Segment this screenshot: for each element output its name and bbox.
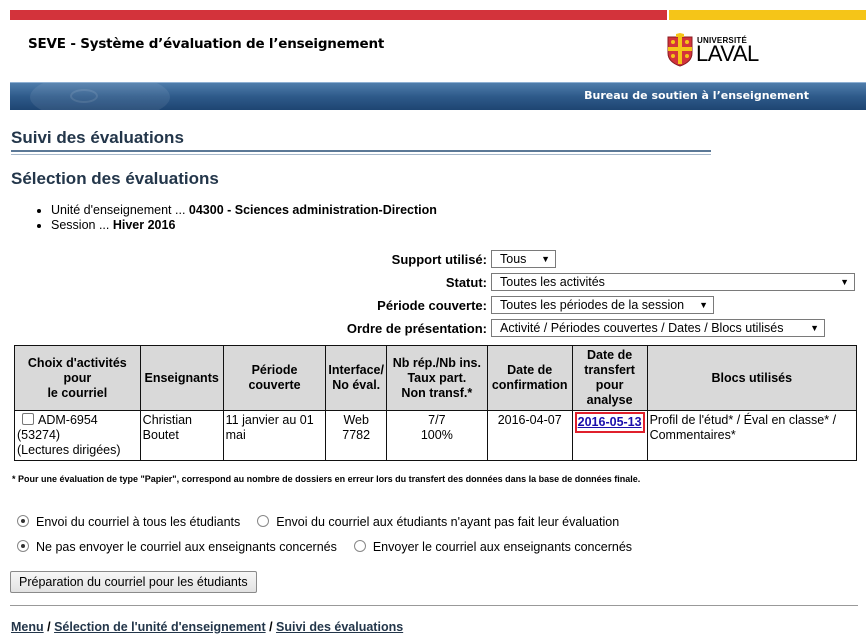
activity-id: (53274): [17, 428, 61, 442]
date-transfert-link[interactable]: 2016-05-13: [578, 415, 642, 429]
activity-code: ADM-6954: [38, 413, 98, 427]
header-interface: Interface/No éval.: [325, 345, 387, 411]
cell-activity: ADM-6954 (53274) (Lectures dirigées): [14, 410, 141, 461]
periode-label: Période couverte:: [377, 298, 487, 313]
banner-decoration: [30, 83, 170, 110]
banner-text: Bureau de soutien à l’enseignement: [584, 89, 809, 102]
statut-select[interactable]: Toutes les activités ▼: [491, 273, 855, 291]
breadcrumb-sep: /: [265, 620, 277, 634]
activity-checkbox[interactable]: [22, 413, 34, 425]
periode-select[interactable]: Toutes les périodes de la session ▼: [491, 296, 714, 314]
ordre-label: Ordre de présentation:: [346, 321, 487, 336]
header-blocs: Blocs utilisés: [646, 345, 858, 411]
cell-nb-rep: 7/7 100%: [385, 410, 488, 461]
info-session: Session ... Hiver 2016: [51, 218, 437, 233]
header-nb-rep: Nb rép./Nb ins. Taux part. Non transf.*: [385, 345, 488, 411]
dropdown-arrow-icon: ▼: [840, 277, 849, 287]
info-session-value: Hiver 2016: [112, 218, 176, 232]
label-envoi-non-fait[interactable]: Envoi du courriel aux étudiants n'ayant …: [276, 515, 619, 529]
section-title: Sélection des évaluations: [11, 169, 219, 188]
universite-laval-logo[interactable]: UNIVERSITÉ LAVAL: [667, 33, 762, 69]
logo-text-big: LAVAL: [696, 41, 759, 66]
breadcrumb-menu[interactable]: Menu: [11, 620, 44, 634]
date-transfert-highlight: 2016-05-13: [574, 412, 645, 433]
radio-envoyer-ens[interactable]: [353, 540, 366, 552]
info-unit: Unité d'enseignement ... 04300 - Science…: [51, 203, 437, 218]
header-periode: Période couverte: [222, 345, 327, 411]
breadcrumb: Menu / Sélection de l'unité d'enseigneme…: [11, 620, 403, 634]
universite-laval-shield-icon: [667, 33, 693, 67]
info-unit-label: Unité d'enseignement ...: [51, 203, 189, 217]
dropdown-arrow-icon: ▼: [699, 300, 708, 310]
statut-label: Statut:: [445, 275, 487, 290]
info-list: Unité d'enseignement ... 04300 - Science…: [37, 203, 437, 233]
filter-statut: Statut: Toutes les activités ▼: [0, 273, 866, 293]
dropdown-arrow-icon: ▼: [541, 254, 550, 264]
cell-interface: Web 7782: [325, 410, 387, 461]
cell-blocs: Profil de l'étud* / Éval en classe* / Com…: [646, 410, 858, 461]
evaluations-table: Choix d'activités pour le courriel Enseign…: [14, 345, 858, 461]
table-header-row: Choix d'activités pour le courriel Enseign…: [14, 345, 858, 411]
filter-periode: Période couverte: Toutes les périodes de…: [0, 296, 866, 316]
radio-ne-pas-envoyer[interactable]: [17, 540, 29, 552]
radio-row-teachers: Ne pas envoyer le courriel aux enseignan…: [17, 540, 632, 554]
filter-ordre: Ordre de présentation: Activité / Périod…: [0, 319, 866, 339]
table-row: ADM-6954 (53274) (Lectures dirigées) Chr…: [14, 410, 858, 461]
footnote: * Pour une évaluation de type "Papier", …: [12, 474, 641, 484]
top-red-bar: [10, 10, 667, 20]
header-enseignants: Enseignants: [139, 345, 224, 411]
title-underline-thin: [11, 154, 711, 155]
header-date-transfert: Date de transfert pour analyse: [571, 345, 648, 411]
radio-row-students: Envoi du courriel à tous les étudiants E…: [17, 515, 619, 529]
periode-select-value: Toutes les périodes de la session: [500, 298, 685, 312]
header-date-confirmation: Date de confirmation: [486, 345, 573, 411]
prepare-email-button[interactable]: Préparation du courriel pour les étudian…: [10, 571, 257, 593]
top-yellow-bar: [669, 10, 866, 20]
info-session-label: Session ...: [51, 218, 113, 232]
cell-periode: 11 janvier au 01 mai: [222, 410, 327, 461]
activity-type: (Lectures dirigées): [17, 443, 121, 457]
statut-select-value: Toutes les activités: [500, 275, 605, 289]
footer-divider: [10, 605, 858, 606]
header-choix: Choix d'activités pour le courriel: [14, 345, 141, 411]
app-title: SEVE - Système d’évaluation de l’enseign…: [28, 36, 385, 52]
filter-support: Support utilisé: Tous ▼: [0, 250, 866, 270]
breadcrumb-suivi[interactable]: Suivi des évaluations: [276, 620, 403, 634]
ordre-select-value: Activité / Périodes couvertes / Dates / …: [500, 321, 784, 335]
breadcrumb-unite[interactable]: Sélection de l'unité d'enseignement: [54, 620, 266, 634]
page-title: Suivi des évaluations: [11, 128, 184, 147]
cell-teacher: Christian Boutet: [139, 410, 224, 461]
support-label: Support utilisé:: [391, 252, 487, 267]
radio-envoi-non-fait[interactable]: [257, 515, 270, 527]
info-unit-value: 04300 - Sciences administration-Directio…: [188, 203, 437, 217]
header-banner: Bureau de soutien à l’enseignement: [10, 82, 866, 110]
label-envoyer-ens[interactable]: Envoyer le courriel aux enseignants conc…: [373, 540, 632, 554]
banner-decoration-ring: [70, 89, 98, 103]
dropdown-arrow-icon: ▼: [810, 323, 819, 333]
ordre-select[interactable]: Activité / Périodes couvertes / Dates / …: [491, 319, 825, 337]
support-select[interactable]: Tous ▼: [491, 250, 556, 268]
header: SEVE - Système d’évaluation de l’enseign…: [10, 20, 866, 82]
label-ne-pas-envoyer[interactable]: Ne pas envoyer le courriel aux enseignan…: [36, 540, 337, 554]
breadcrumb-sep: /: [43, 620, 55, 634]
radio-envoi-tous[interactable]: [17, 515, 29, 527]
title-underline: [11, 150, 711, 152]
label-envoi-tous[interactable]: Envoi du courriel à tous les étudiants: [36, 515, 240, 529]
cell-date-confirmation: 2016-04-07: [486, 410, 573, 461]
support-select-value: Tous: [500, 252, 527, 266]
cell-date-transfert: 2016-05-13: [571, 410, 648, 461]
